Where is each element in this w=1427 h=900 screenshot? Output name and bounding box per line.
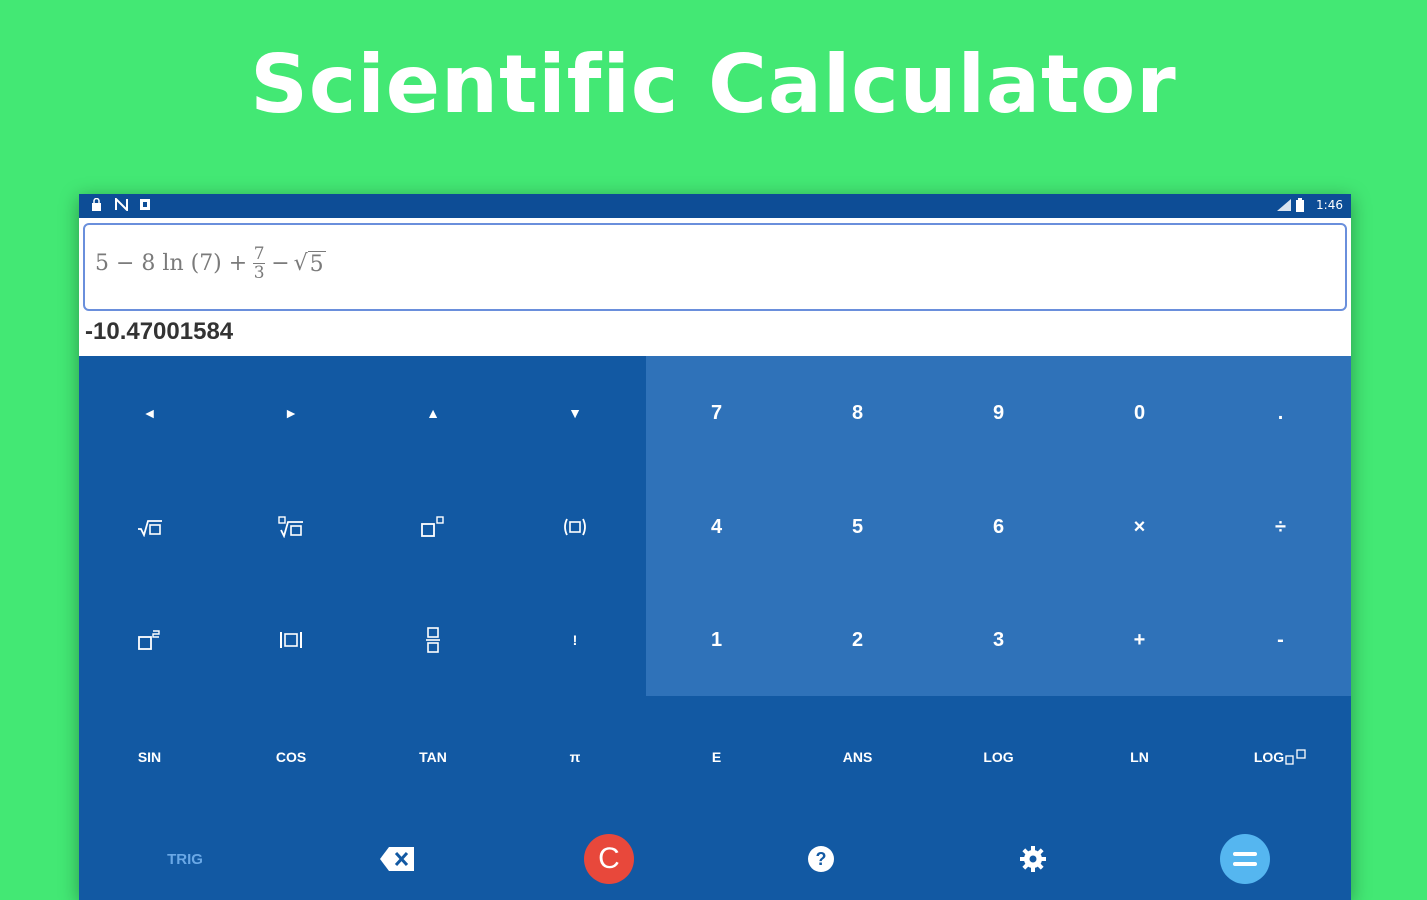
sqrt-radicand: 5 (307, 250, 326, 277)
cos-button[interactable]: COS (220, 696, 362, 818)
bottom-bar: TRIG C ? (79, 818, 1351, 900)
parentheses-icon (564, 518, 586, 536)
status-bar: 1:46 (79, 194, 1351, 218)
fraction-box-icon (426, 627, 440, 653)
digit-1-button[interactable]: 1 (646, 584, 787, 696)
keypad: ◄ ► ▲ ▼ 7 8 9 0 . 4 5 6 × ÷ ! 1 2 3 + - … (79, 356, 1351, 900)
lock-icon (91, 197, 103, 212)
abs-box-button[interactable] (220, 584, 362, 696)
gear-icon (1020, 846, 1046, 872)
parentheses-button[interactable] (504, 470, 646, 584)
log-base-box-icon (1285, 749, 1306, 765)
backspace-button[interactable] (291, 818, 503, 900)
abs-box-icon (280, 632, 302, 648)
nth-root-icon (137, 520, 162, 537)
settings-button[interactable] (927, 818, 1139, 900)
clear-label: C (584, 834, 634, 884)
digit-9-button[interactable]: 9 (928, 356, 1069, 470)
sin-button[interactable]: SIN (79, 696, 220, 818)
digit-0-button[interactable]: 0 (1069, 356, 1210, 470)
help-icon: ? (808, 846, 834, 872)
square-box-icon (137, 630, 160, 650)
digit-5-button[interactable]: 5 (787, 470, 928, 584)
digit-4-button[interactable]: 4 (646, 470, 787, 584)
ln-button[interactable]: LN (1069, 696, 1210, 818)
sqrt-symbol: √ (293, 250, 308, 276)
power-box-icon (421, 516, 444, 537)
cursor-down-button[interactable]: ▼ (504, 356, 646, 470)
decimal-point-button[interactable]: . (1210, 356, 1351, 470)
digit-2-button[interactable]: 2 (787, 584, 928, 696)
cursor-left-button[interactable]: ◄ (79, 356, 220, 470)
log-base-label: LOG (1253, 749, 1285, 765)
factorial-button[interactable]: ! (504, 584, 646, 696)
notification-icon (139, 198, 151, 212)
expression-minus: − (271, 251, 290, 276)
tan-button[interactable]: TAN (362, 696, 504, 818)
equals-icon (1220, 834, 1270, 884)
status-time: 1:46 (1316, 198, 1343, 212)
nfc-icon (115, 196, 128, 213)
multiply-button[interactable]: × (1069, 470, 1210, 584)
square-box-button[interactable] (79, 584, 220, 696)
cursor-right-button[interactable]: ► (220, 356, 362, 470)
ans-button[interactable]: ANS (787, 696, 928, 818)
fraction-numerator: 7 (253, 244, 265, 264)
headline: Scientific Calculator (250, 38, 1177, 131)
calculator-screen: 1:46 5 − 8 ln (7) + 7 3 − √ 5 -10.470015… (79, 194, 1351, 900)
expression-sqrt: √ 5 (293, 250, 326, 277)
divide-button[interactable]: ÷ (1210, 470, 1351, 584)
fraction-box-button[interactable] (362, 584, 504, 696)
clear-button[interactable]: C (503, 818, 715, 900)
help-button[interactable]: ? (715, 818, 927, 900)
log-button[interactable]: LOG (928, 696, 1069, 818)
digit-7-button[interactable]: 7 (646, 356, 787, 470)
expression-fraction: 7 3 (253, 244, 266, 283)
equals-button[interactable] (1139, 818, 1351, 900)
result-value: -10.47001584 (85, 318, 234, 345)
sqrt-box-icon (278, 516, 303, 538)
pi-button[interactable]: π (504, 696, 646, 818)
digit-6-button[interactable]: 6 (928, 470, 1069, 584)
signal-icon (1276, 198, 1292, 212)
log-base-button[interactable]: LOG (1210, 696, 1351, 818)
digit-8-button[interactable]: 8 (787, 356, 928, 470)
backspace-icon (380, 847, 414, 871)
expression-input[interactable]: 5 − 8 ln (7) + 7 3 − √ 5 (83, 223, 1347, 311)
trig-label: TRIG (167, 850, 203, 868)
expression: 5 − 8 ln (7) + 7 3 − √ 5 (95, 245, 326, 282)
sqrt-box-button[interactable] (220, 470, 362, 584)
minus-button[interactable]: - (1210, 584, 1351, 696)
expression-prefix: 5 − 8 ln (7) + (95, 251, 248, 276)
trig-toggle-button[interactable]: TRIG (79, 818, 291, 900)
nth-root-button[interactable] (79, 470, 220, 584)
plus-button[interactable]: + (1069, 584, 1210, 696)
fraction-denominator: 3 (253, 263, 265, 283)
battery-icon (1296, 198, 1308, 212)
display-area: 5 − 8 ln (7) + 7 3 − √ 5 -10.47001584 (79, 218, 1351, 356)
power-box-button[interactable] (362, 470, 504, 584)
digit-3-button[interactable]: 3 (928, 584, 1069, 696)
euler-button[interactable]: E (646, 696, 787, 818)
cursor-up-button[interactable]: ▲ (362, 356, 504, 470)
